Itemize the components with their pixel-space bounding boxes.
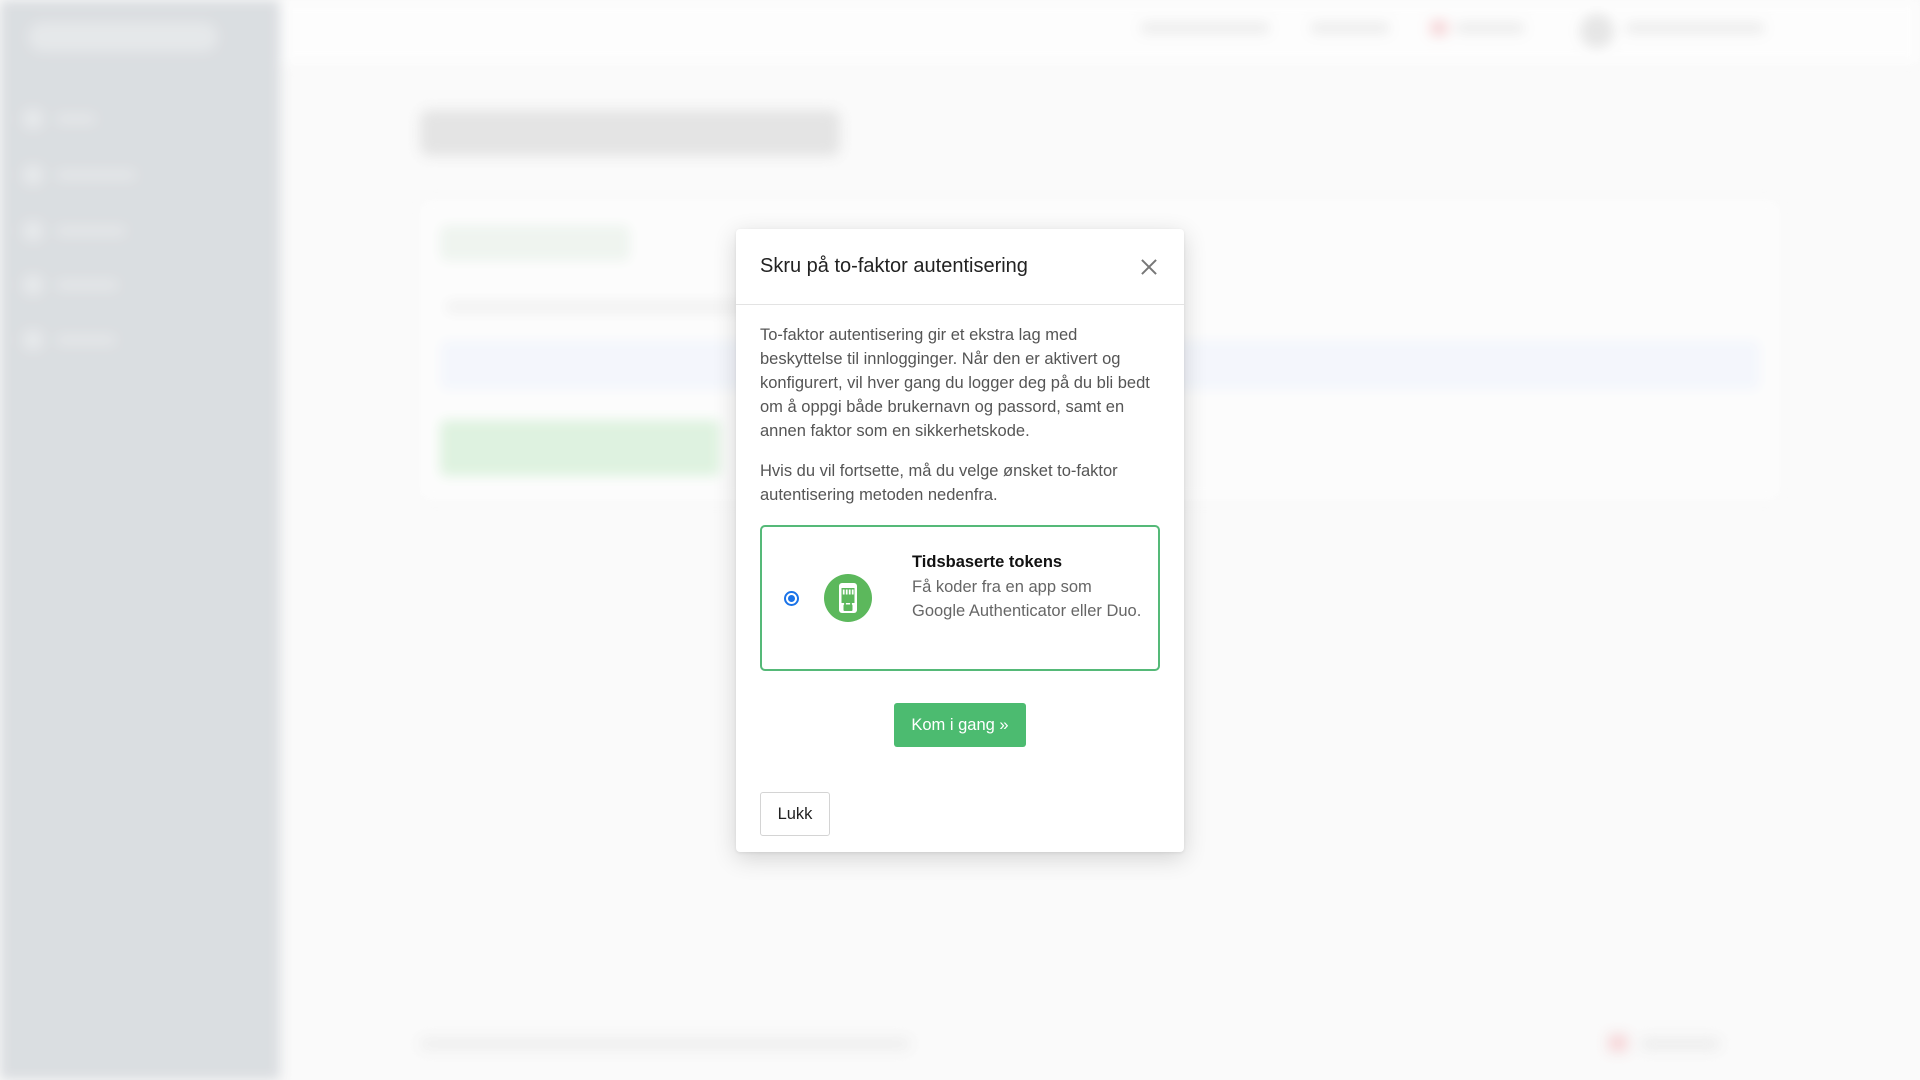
two-factor-modal: Skru på to-faktor autentisering To-fakto… (736, 229, 1184, 852)
modal-header: Skru på to-faktor autentisering (736, 229, 1184, 305)
option-text: Tidsbaserte tokens Få koder fra en app s… (912, 551, 1144, 623)
totp-radio[interactable] (784, 591, 799, 606)
phone-lock-icon (824, 574, 872, 622)
option-description: Få koder fra en app som Google Authentic… (912, 578, 1142, 620)
close-button[interactable]: Lukk (760, 792, 830, 836)
start-wrap: Kom i gang » (760, 703, 1160, 747)
totp-option-card[interactable]: Tidsbaserte tokens Få koder fra en app s… (760, 525, 1160, 671)
intro-text: To-faktor autentisering gir et ekstra la… (760, 326, 1150, 440)
modal-body: To-faktor autentisering gir et ekstra la… (736, 305, 1184, 747)
get-started-button[interactable]: Kom i gang » (894, 703, 1026, 747)
close-icon[interactable] (1138, 256, 1160, 278)
modal-title: Skru på to-faktor autentisering (760, 255, 1028, 277)
modal-footer: Lukk (760, 792, 830, 836)
option-title: Tidsbaserte tokens (912, 553, 1063, 571)
instruction-text: Hvis du vil fortsette, må du velge ønske… (760, 462, 1118, 504)
